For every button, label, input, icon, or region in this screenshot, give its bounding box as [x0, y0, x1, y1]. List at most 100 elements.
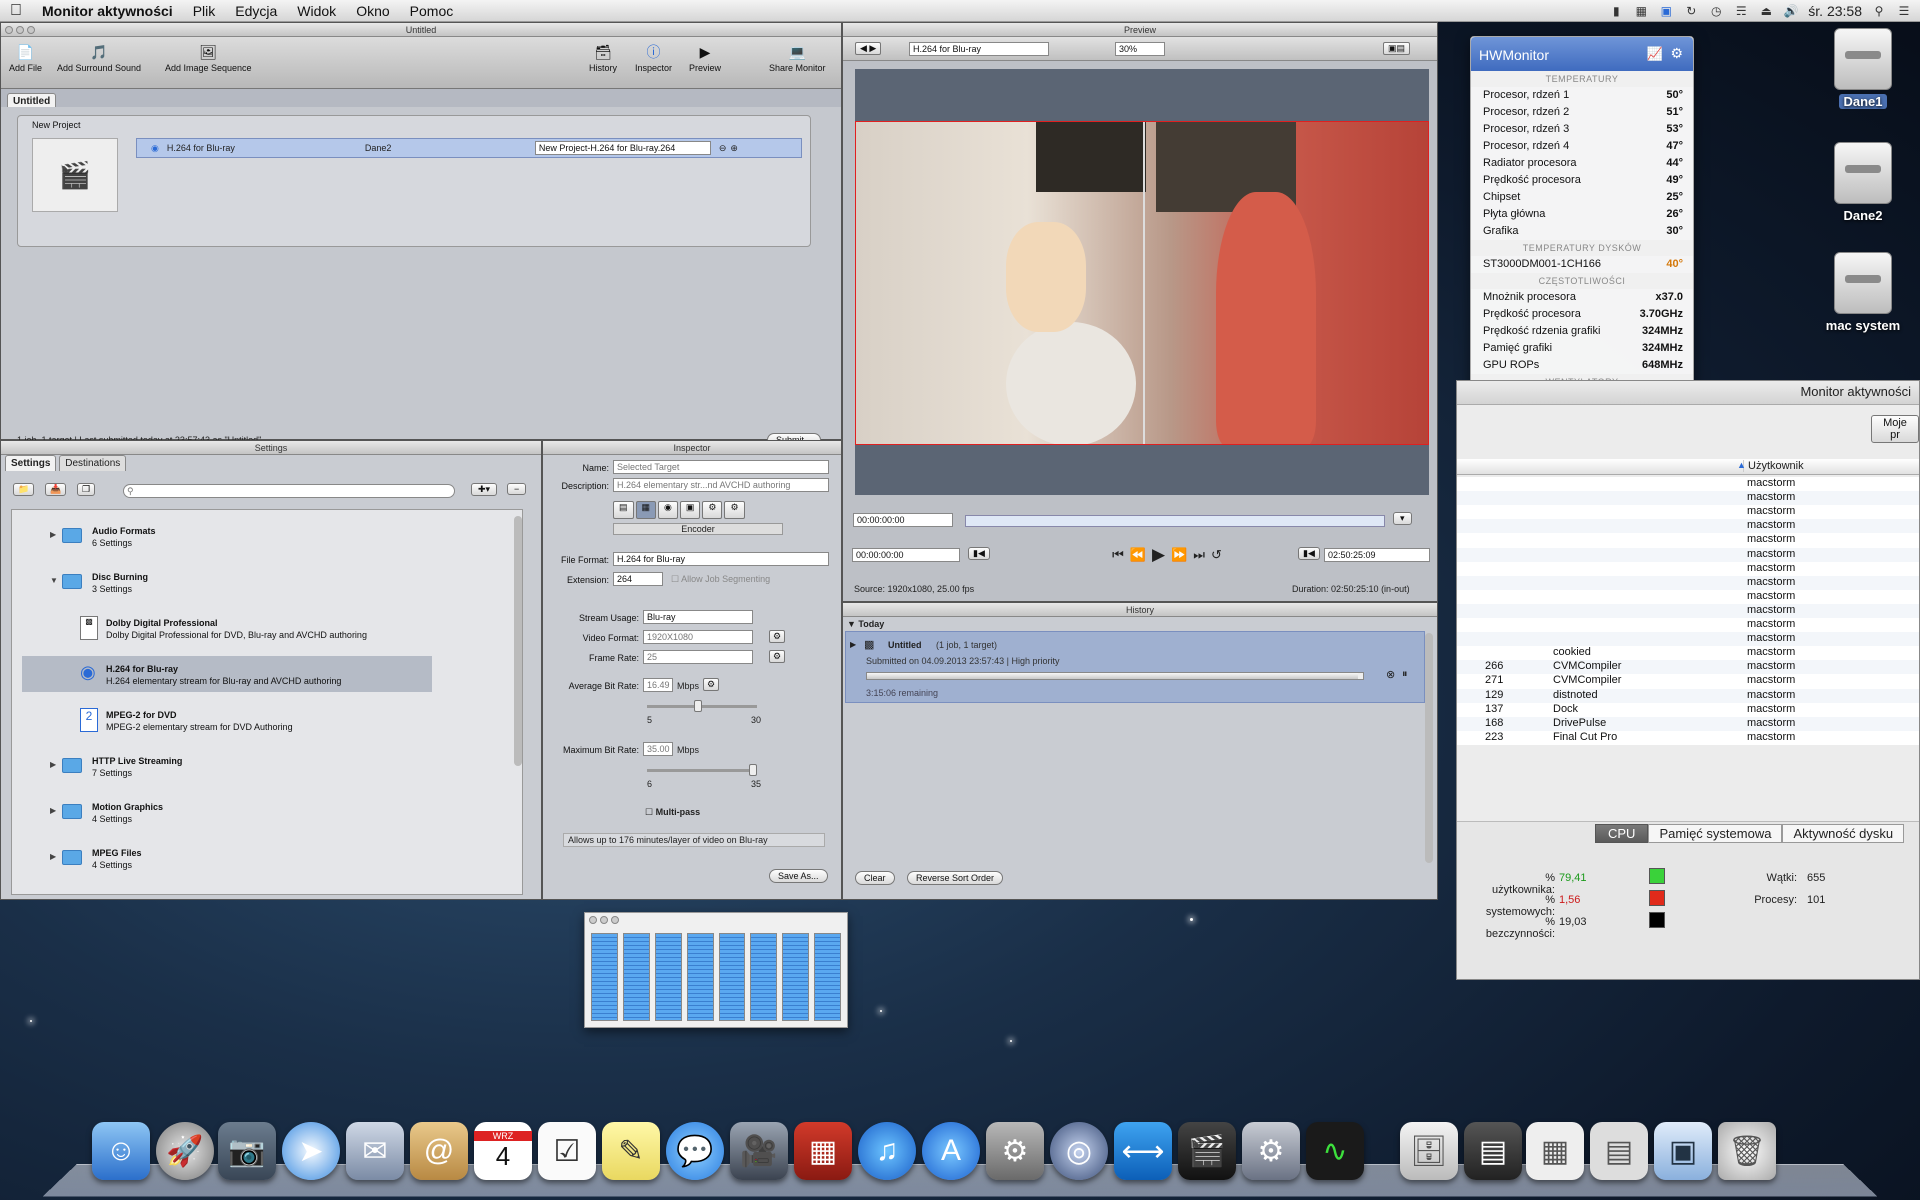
setting-mpeg2-dvd[interactable]: 2 MPEG-2 for DVD MPEG-2 elementary strea… — [22, 702, 432, 738]
photo-booth-curtain-icon[interactable]: ▦ — [794, 1122, 852, 1180]
setting-motion-graphics[interactable]: ▶ Motion Graphics 4 Settings — [22, 794, 432, 830]
desktop-drive-dane1[interactable]: Dane1 — [1820, 28, 1906, 109]
safari-icon[interactable]: ➤ — [282, 1122, 340, 1180]
timecode-start[interactable]: 00:00:00:00 — [853, 513, 953, 527]
close-button[interactable] — [5, 26, 13, 34]
sync-icon[interactable]: ↻ — [1683, 4, 1699, 18]
avg-bitrate-field[interactable]: 16.49 — [643, 678, 673, 692]
file-format-select[interactable]: H.264 for Blu-ray — [613, 552, 829, 566]
minimize-button[interactable] — [16, 26, 24, 34]
volume-icon[interactable]: 🔊 — [1783, 4, 1799, 18]
target-setting[interactable]: H.264 for Blu-ray — [167, 143, 347, 153]
process-row[interactable]: 266 CVMCompiler macstorm — [1457, 660, 1919, 675]
timeline-slider[interactable] — [965, 515, 1385, 527]
photo-booth-icon[interactable]: 📷 — [218, 1122, 276, 1180]
final-cut-pro-icon[interactable]: 🎬 — [1178, 1122, 1236, 1180]
compressor-icon[interactable]: ⚙ — [1242, 1122, 1300, 1180]
history-group-today[interactable]: ▼ Today — [847, 619, 884, 629]
minimized-window-icon[interactable]: ▦ — [1526, 1122, 1584, 1180]
teamviewer-icon[interactable]: ▣ — [1658, 4, 1674, 18]
target-destination[interactable]: Dane2 — [365, 143, 525, 153]
go-to-end-icon[interactable]: ⏭ — [1193, 547, 1205, 563]
rewind-icon[interactable]: ⏪ — [1130, 547, 1146, 563]
frame-rate-select[interactable]: 25 — [643, 650, 753, 664]
system-color-swatch[interactable] — [1649, 890, 1665, 906]
duplicate-icon[interactable]: ❐ — [77, 483, 96, 496]
avg-bitrate-gear-icon[interactable]: ⚙ — [703, 678, 720, 691]
actions-icon[interactable]: ⚙ — [702, 501, 723, 519]
calendar-icon[interactable]: WRZ 4 — [474, 1122, 532, 1180]
video-format-gear-icon[interactable]: ⚙ — [769, 630, 786, 643]
tab-cpu[interactable]: CPU — [1595, 824, 1649, 843]
system-preferences-icon[interactable]: ⚙ — [986, 1122, 1044, 1180]
process-row[interactable]: macstorm — [1457, 590, 1919, 604]
process-row[interactable]: 129 distnoted macstorm — [1457, 688, 1919, 703]
add-surround-button[interactable]: 🎵 Add Surround Sound — [57, 43, 141, 73]
split-line[interactable] — [1143, 122, 1145, 444]
add-setting-button[interactable]: ✚▾ — [471, 483, 498, 496]
max-bitrate-field[interactable]: 35.00 — [643, 742, 673, 756]
disclosure-triangle-icon[interactable]: ▶ — [50, 852, 56, 861]
import-icon[interactable]: 📥 — [45, 483, 67, 496]
mark-out-button[interactable]: ▮◀ — [1298, 547, 1320, 560]
setting-disc-burning[interactable]: ▼ Disc Burning 3 Settings — [22, 564, 432, 600]
timecode-in[interactable]: 00:00:00:00 — [852, 548, 960, 562]
loop-icon[interactable]: ↺ — [1211, 547, 1222, 563]
process-row[interactable]: macstorm — [1457, 603, 1919, 618]
setting-h264-bluray[interactable]: ◉ H.264 for Blu-ray H.264 elementary str… — [22, 656, 432, 692]
process-row[interactable]: macstorm — [1457, 519, 1919, 534]
max-bitrate-slider[interactable] — [647, 764, 757, 776]
new-group-icon[interactable]: 📁 — [13, 483, 35, 496]
marker-button[interactable]: ▾ — [1393, 512, 1412, 525]
process-row[interactable]: 223 Final Cut Pro macstorm — [1457, 731, 1919, 745]
desktop-drive-mac-system[interactable]: mac system — [1810, 252, 1916, 333]
facetime-icon[interactable]: 🎥 — [730, 1122, 788, 1180]
share-monitor-button[interactable]: 💻 Share Monitor — [769, 43, 826, 73]
setting-http-live-streaming[interactable]: ▶ HTTP Live Streaming 7 Settings — [22, 748, 432, 784]
history-scrollbar[interactable] — [1425, 633, 1433, 863]
slider-knob[interactable] — [749, 764, 757, 776]
minimized-window-icon[interactable]: ▤ — [1590, 1122, 1648, 1180]
user-color-swatch[interactable] — [1649, 868, 1665, 884]
disclosure-triangle-icon[interactable]: ▶ — [50, 760, 56, 769]
process-row[interactable]: 168 DrivePulse macstorm — [1457, 716, 1919, 731]
save-as-button[interactable]: Save As... — [769, 869, 828, 883]
downloads-stack-icon[interactable]: 🗄 — [1400, 1122, 1458, 1180]
hwmonitor-menu-icon[interactable]: ▮ — [1608, 4, 1624, 18]
disclosure-open-icon[interactable]: ▼ — [50, 576, 58, 585]
sort-ascending-icon[interactable]: ▲ — [1737, 460, 1746, 470]
job-box[interactable]: New Project 🎬 ◉ H.264 for Blu-ray Dane2 … — [17, 115, 811, 247]
setting-mpeg-files[interactable]: ▶ MPEG Files 4 Settings — [22, 840, 432, 876]
my-processes-select[interactable]: Moje pr — [1871, 415, 1919, 443]
trash-icon[interactable]: 🗑 — [1718, 1122, 1776, 1180]
split-view-buttons[interactable]: ▣▤ — [1383, 42, 1411, 55]
zoom-button[interactable] — [27, 26, 35, 34]
wifi-icon[interactable]: ☴ — [1733, 4, 1749, 18]
remove-setting-button[interactable]: − — [507, 483, 527, 495]
process-row[interactable]: macstorm — [1457, 575, 1919, 590]
encoder-icon[interactable]: ▦ — [635, 501, 657, 519]
process-row[interactable]: macstorm — [1457, 533, 1919, 547]
cancel-job-icon[interactable]: ⊗ — [1386, 668, 1395, 681]
tab-system-memory[interactable]: Pamięć systemowa — [1648, 824, 1783, 843]
history-job[interactable]: ▶ ▩ Untitled (1 job, 1 target) Submitted… — [845, 631, 1425, 703]
teamviewer-icon[interactable]: ⟷ — [1114, 1122, 1172, 1180]
preview-setting-select[interactable]: H.264 for Blu-ray — [909, 42, 1049, 56]
process-row[interactable]: macstorm — [1457, 477, 1919, 491]
multipass-checkbox[interactable]: ☐ Multi-pass — [645, 807, 700, 818]
spotlight-icon[interactable]: ⚲ — [1871, 4, 1887, 18]
timecode-end[interactable]: 02:50:25:09 — [1324, 548, 1430, 562]
reminders-icon[interactable]: ☑ — [538, 1122, 596, 1180]
history-button[interactable]: 🗃 History — [589, 43, 617, 73]
process-row[interactable]: macstorm — [1457, 618, 1919, 632]
target-row[interactable]: ◉ H.264 for Blu-ray Dane2 New Project-H.… — [136, 138, 802, 158]
desktop-drive-dane2[interactable]: Dane2 — [1820, 142, 1906, 223]
menu-okno[interactable]: Okno — [346, 3, 399, 19]
apple-icon[interactable]:  — [0, 2, 32, 20]
app-store-icon[interactable]: A — [922, 1122, 980, 1180]
process-row[interactable]: 271 CVMCompiler macstorm — [1457, 674, 1919, 688]
process-row[interactable]: macstorm — [1457, 632, 1919, 647]
add-file-button[interactable]: 📄 Add File — [9, 43, 42, 73]
settings-search-input[interactable]: ⚲ — [123, 484, 455, 498]
reverse-sort-button[interactable]: Reverse Sort Order — [907, 871, 1004, 885]
